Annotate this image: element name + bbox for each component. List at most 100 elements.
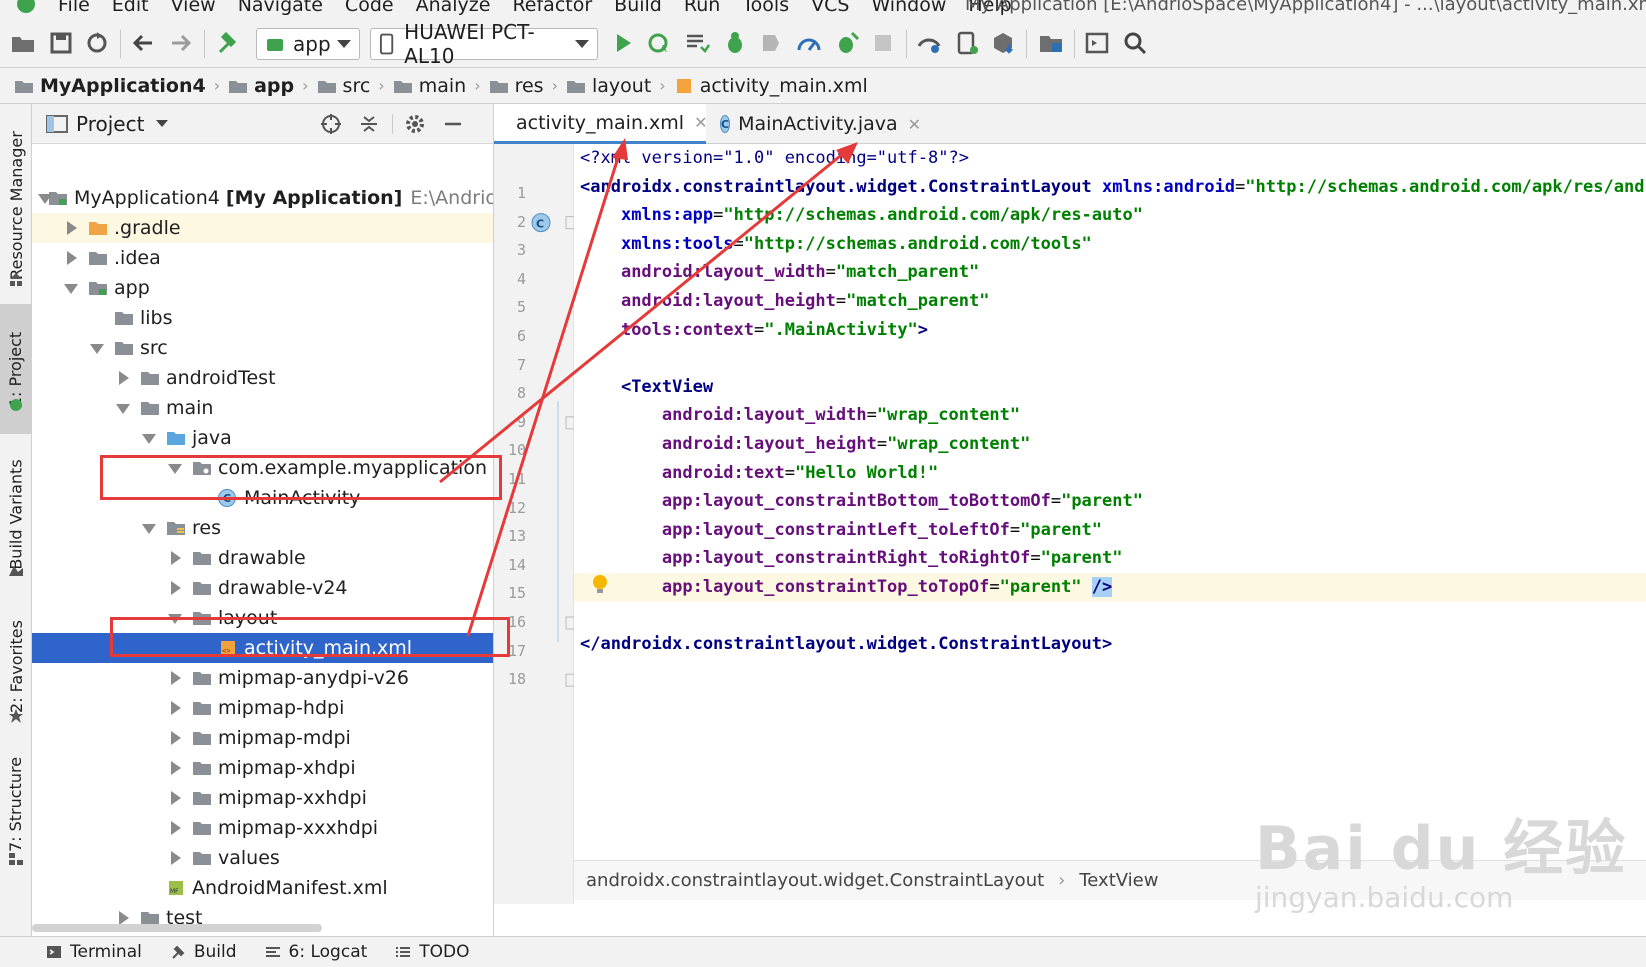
tree-item-mipmap-xhdpi[interactable]: mipmap-xhdpi [32, 753, 493, 783]
expand-arrow-right-icon[interactable] [64, 251, 78, 265]
tab-favorites[interactable]: 2: Favorites [0, 616, 32, 716]
device-select[interactable]: HUAWEI PCT-AL10 [370, 20, 598, 68]
make-project-hammer-icon[interactable] [214, 30, 240, 56]
project-view-select[interactable]: Project [76, 112, 144, 136]
tree-item-app[interactable]: app [32, 273, 493, 303]
menu-code[interactable]: Code [345, 0, 394, 16]
menu-vcs[interactable]: VCS [811, 0, 849, 16]
menu-view[interactable]: View [171, 0, 216, 16]
tree-item-src[interactable]: src [32, 333, 493, 363]
tree-item-res[interactable]: res [32, 513, 493, 543]
tree-item-gradle[interactable]: .gradle [32, 213, 493, 243]
menu-analyze[interactable]: Analyze [416, 0, 491, 16]
expand-arrow-right-icon[interactable] [116, 371, 130, 385]
locate-crosshair-icon[interactable] [320, 113, 342, 135]
tree-item-values[interactable]: values [32, 843, 493, 873]
tree-item-drawable-v24[interactable]: drawable-v24 [32, 573, 493, 603]
device-file-explorer-icon[interactable] [1084, 30, 1110, 56]
back-arrow-icon[interactable] [130, 30, 156, 56]
breadcrumb-item[interactable]: layout [566, 75, 651, 97]
menu-run[interactable]: Run [684, 0, 720, 16]
tab-resource-manager[interactable]: Resource Manager [0, 120, 32, 290]
tree-item-myapplication4[interactable]: MyApplication4[My Application] E:\AndrioS… [32, 183, 493, 213]
chevron-down-icon[interactable] [156, 120, 169, 127]
expand-arrow-down-icon[interactable] [90, 341, 104, 355]
expand-arrow-right-icon[interactable] [168, 821, 182, 835]
expand-arrow-right-icon[interactable] [168, 761, 182, 775]
tab-activity-main-xml[interactable]: <> activity_main.xml ✕ [494, 104, 707, 144]
menu-navigate[interactable]: Navigate [238, 0, 323, 16]
sdk-manager-icon[interactable] [990, 30, 1016, 56]
intention-lightbulb-icon[interactable] [590, 573, 610, 597]
run-config-select[interactable]: app [256, 28, 360, 60]
expand-arrow-right-icon[interactable] [64, 221, 78, 235]
run-play-icon[interactable] [610, 30, 636, 56]
sync-icon[interactable] [84, 30, 110, 56]
crumb-constraint-layout[interactable]: androidx.constraintlayout.widget.Constra… [586, 870, 1044, 891]
profile-icon[interactable] [758, 30, 784, 56]
logcat-button[interactable]: 6: Logcat [265, 942, 367, 962]
tree-item-androidtest[interactable]: androidTest [32, 363, 493, 393]
menu-window[interactable]: Window [871, 0, 946, 16]
tree-item-drawable[interactable]: drawable [32, 543, 493, 573]
breadcrumb-item[interactable]: main [393, 75, 466, 97]
menu-refactor[interactable]: Refactor [512, 0, 592, 16]
breadcrumb-item[interactable]: activity_main.xml [674, 75, 868, 97]
apply-code-changes-icon[interactable] [684, 30, 710, 56]
tree-item-main[interactable]: main [32, 393, 493, 423]
expand-arrow-down-icon[interactable] [142, 521, 156, 535]
expand-arrow-right-icon[interactable] [168, 671, 182, 685]
expand-arrow-right-icon[interactable] [116, 911, 130, 925]
tree-item-mipmap-mdpi[interactable]: mipmap-mdpi [32, 723, 493, 753]
tree-item-androidmanifest-xml[interactable]: MF AndroidManifest.xml [32, 873, 493, 903]
tree-item-idea[interactable]: .idea [32, 243, 493, 273]
expand-arrow-right-icon[interactable] [168, 581, 182, 595]
horizontal-scrollbar[interactable] [32, 924, 322, 932]
collapse-all-icon[interactable] [358, 113, 380, 135]
gear-icon[interactable] [404, 113, 426, 135]
tree-item-mipmap-anydpi-v26[interactable]: mipmap-anydpi-v26 [32, 663, 493, 693]
expand-arrow-right-icon[interactable] [168, 551, 182, 565]
tab-mainactivity-java[interactable]: C MainActivity.java ✕ [706, 104, 921, 144]
search-icon[interactable] [1122, 30, 1148, 56]
project-structure-icon[interactable] [1038, 30, 1064, 56]
hide-panel-minus-icon[interactable] [442, 113, 464, 135]
breadcrumb-item[interactable]: src [317, 75, 370, 97]
tab-structure[interactable]: 7: Structure [0, 754, 32, 854]
expand-arrow-right-icon[interactable] [168, 791, 182, 805]
tree-item-mipmap-xxhdpi[interactable]: mipmap-xxhdpi [32, 783, 493, 813]
terminal-button[interactable]: Terminal [46, 942, 142, 962]
crumb-textview[interactable]: TextView [1079, 870, 1158, 891]
code-text-area[interactable]: <?xml version="1.0" encoding="utf-8"?> <a… [574, 144, 1646, 904]
close-icon[interactable]: ✕ [908, 115, 921, 134]
breadcrumb-item[interactable]: res [489, 75, 544, 97]
menu-edit[interactable]: Edit [112, 0, 149, 16]
apply-changes-icon[interactable]: A [646, 30, 672, 56]
expand-arrow-down-icon[interactable] [64, 281, 78, 295]
tree-item-java[interactable]: java [32, 423, 493, 453]
forward-arrow-icon[interactable] [168, 30, 194, 56]
avd-manager-icon[interactable] [954, 30, 980, 56]
breadcrumb-item[interactable]: app [228, 75, 294, 97]
tree-item-libs[interactable]: libs [32, 303, 493, 333]
todo-button[interactable]: TODO [395, 942, 470, 962]
expand-arrow-right-icon[interactable] [168, 731, 182, 745]
profiler-gauge-icon[interactable] [796, 30, 822, 56]
breadcrumb-item[interactable]: MyApplication4 [14, 75, 206, 97]
sync-gradle-icon[interactable] [916, 30, 942, 56]
tree-item-mipmap-xxxhdpi[interactable]: mipmap-xxxhdpi [32, 813, 493, 843]
stop-icon[interactable] [870, 30, 896, 56]
attach-debugger-icon[interactable] [834, 30, 860, 56]
tree-item-mipmap-hdpi[interactable]: mipmap-hdpi [32, 693, 493, 723]
tab-project[interactable]: 1: Project [0, 304, 32, 434]
menu-build[interactable]: Build [614, 0, 662, 16]
expand-arrow-down-icon[interactable] [116, 401, 130, 415]
expand-arrow-right-icon[interactable] [168, 701, 182, 715]
save-icon[interactable] [48, 30, 74, 56]
debug-bug-icon[interactable] [722, 30, 748, 56]
tab-build-variants[interactable]: Build Variants [0, 454, 32, 574]
expand-arrow-right-icon[interactable] [168, 851, 182, 865]
build-button[interactable]: Build [170, 942, 237, 962]
open-folder-icon[interactable] [10, 30, 36, 56]
menu-tools[interactable]: Tools [742, 0, 789, 16]
